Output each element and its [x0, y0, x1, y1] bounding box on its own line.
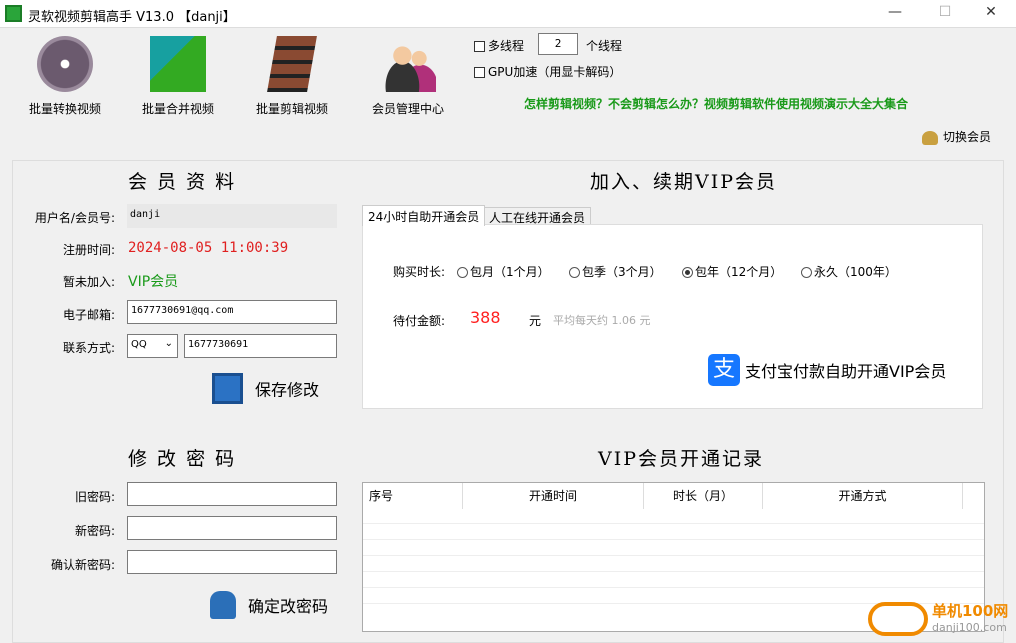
member-center-button[interactable]: 会员管理中心	[358, 36, 458, 117]
reg-time-label: 注册时间:	[62, 243, 115, 257]
option-label: 永久（100年）	[814, 265, 897, 279]
tab-manual[interactable]: 人工在线开通会员	[483, 207, 592, 225]
average-daily-price: 平均每天约 1.06 元	[553, 314, 651, 327]
username-label: 用户名/会员号:	[34, 211, 115, 225]
confirm-password-label: 确认新密码:	[50, 558, 115, 572]
change-password-label: 确定改密码	[248, 597, 329, 616]
old-password-input[interactable]	[127, 482, 337, 506]
floppy-disk-icon	[212, 373, 243, 404]
option-label: 包季（3个月）	[582, 265, 662, 279]
help-link[interactable]: 怎样剪辑视频？不会剪辑怎么办？视频剪辑软件使用视频演示大全大集合	[524, 95, 908, 112]
contact-input[interactable]: 1677730691	[184, 334, 337, 358]
app-logo-icon	[5, 5, 22, 22]
amount-label: 待付金额:	[393, 314, 446, 328]
padlock-icon	[210, 591, 236, 619]
gpu-checkbox[interactable]: GPU加速（用显卡解码）	[474, 63, 621, 80]
thread-unit-label: 个线程	[586, 39, 623, 53]
password-title: 修 改 密 码	[128, 448, 237, 470]
new-password-label: 新密码:	[74, 524, 115, 538]
option-yearly[interactable]: 包年（12个月）	[682, 263, 782, 280]
profile-title: 会 员 资 料	[128, 171, 237, 193]
username-value: danji	[127, 204, 337, 228]
title-bar: 灵软视频剪辑高手 V13.0 【danji】 — ☐ ✕	[0, 0, 1016, 28]
film-cut-icon	[267, 36, 317, 92]
alipay-label: 支付宝付款自助开通VIP会员	[745, 362, 947, 381]
old-password-label: 旧密码:	[74, 490, 115, 504]
reg-time-value: 2024-08-05 11:00:39	[128, 240, 289, 256]
batch-convert-button[interactable]: 批量转换视频	[15, 36, 115, 117]
email-label: 电子邮箱:	[62, 308, 115, 322]
join-label: 暂未加入:	[62, 275, 115, 289]
tool-label: 批量剪辑视频	[255, 102, 328, 116]
column-header: 开通方式	[763, 483, 963, 509]
new-password-input[interactable]	[127, 516, 337, 540]
multithread-label: 多线程	[488, 39, 525, 53]
watermark-text: 单机100网	[932, 601, 1009, 620]
batch-cut-button[interactable]: 批量剪辑视频	[242, 36, 342, 117]
window-title: 灵软视频剪辑高手 V13.0 【danji】	[28, 10, 236, 25]
column-header: 序号	[363, 483, 463, 509]
film-merge-icon	[150, 36, 206, 92]
watermark: 单机100网 danji100.com	[868, 602, 1008, 636]
option-label: 包月（1个月）	[470, 265, 550, 279]
amount-value: 388	[470, 308, 501, 327]
contact-type-select[interactable]: QQ ⌄	[127, 334, 178, 358]
chevron-down-icon: ⌄	[164, 338, 173, 349]
multithread-checkbox[interactable]: 多线程	[474, 37, 524, 54]
column-header: 时长（月）	[644, 483, 763, 509]
option-label: 包年（12个月）	[695, 265, 783, 279]
records-title: VIP会员开通记录	[598, 448, 765, 470]
join-value: VIP会员	[128, 274, 179, 290]
switch-member-label: 切换会员	[943, 130, 992, 144]
maximize-button[interactable]: ☐	[930, 4, 960, 20]
tool-label: 批量转换视频	[28, 102, 101, 116]
tool-label: 批量合并视频	[141, 102, 214, 116]
duration-label: 购买时长:	[393, 265, 446, 279]
film-reel-icon	[37, 36, 93, 92]
option-lifetime[interactable]: 永久（100年）	[801, 263, 897, 280]
change-password-button[interactable]: 确定改密码	[210, 591, 328, 619]
user-switch-icon	[922, 130, 938, 145]
contact-label: 联系方式:	[62, 341, 115, 355]
close-button[interactable]: ✕	[976, 4, 1006, 20]
amount-unit: 元	[529, 314, 542, 328]
email-input[interactable]: 1677730691@qq.com	[127, 300, 337, 324]
members-icon	[380, 36, 436, 92]
switch-member-button[interactable]: 切换会员	[922, 128, 991, 145]
batch-merge-button[interactable]: 批量合并视频	[128, 36, 228, 117]
save-label: 保存修改	[255, 380, 320, 400]
thread-count-input[interactable]: 2	[538, 33, 578, 55]
alipay-button[interactable]: 支支付宝付款自助开通VIP会员	[708, 354, 946, 386]
watermark-logo-icon	[868, 602, 928, 636]
confirm-password-input[interactable]	[127, 550, 337, 574]
minimize-button[interactable]: —	[880, 4, 910, 20]
tool-label: 会员管理中心	[371, 102, 444, 116]
vip-title: 加入、续期VIP会员	[590, 171, 778, 193]
save-button[interactable]: 保存修改	[212, 373, 319, 404]
watermark-url: danji100.com	[932, 620, 1007, 634]
column-header: 开通时间	[463, 483, 644, 509]
gpu-label: GPU加速（用显卡解码）	[488, 65, 622, 79]
tab-self-service[interactable]: 24小时自助开通会员	[362, 205, 486, 226]
option-quarterly[interactable]: 包季（3个月）	[569, 263, 662, 280]
alipay-icon: 支	[708, 354, 740, 386]
option-monthly[interactable]: 包月（1个月）	[457, 263, 550, 280]
